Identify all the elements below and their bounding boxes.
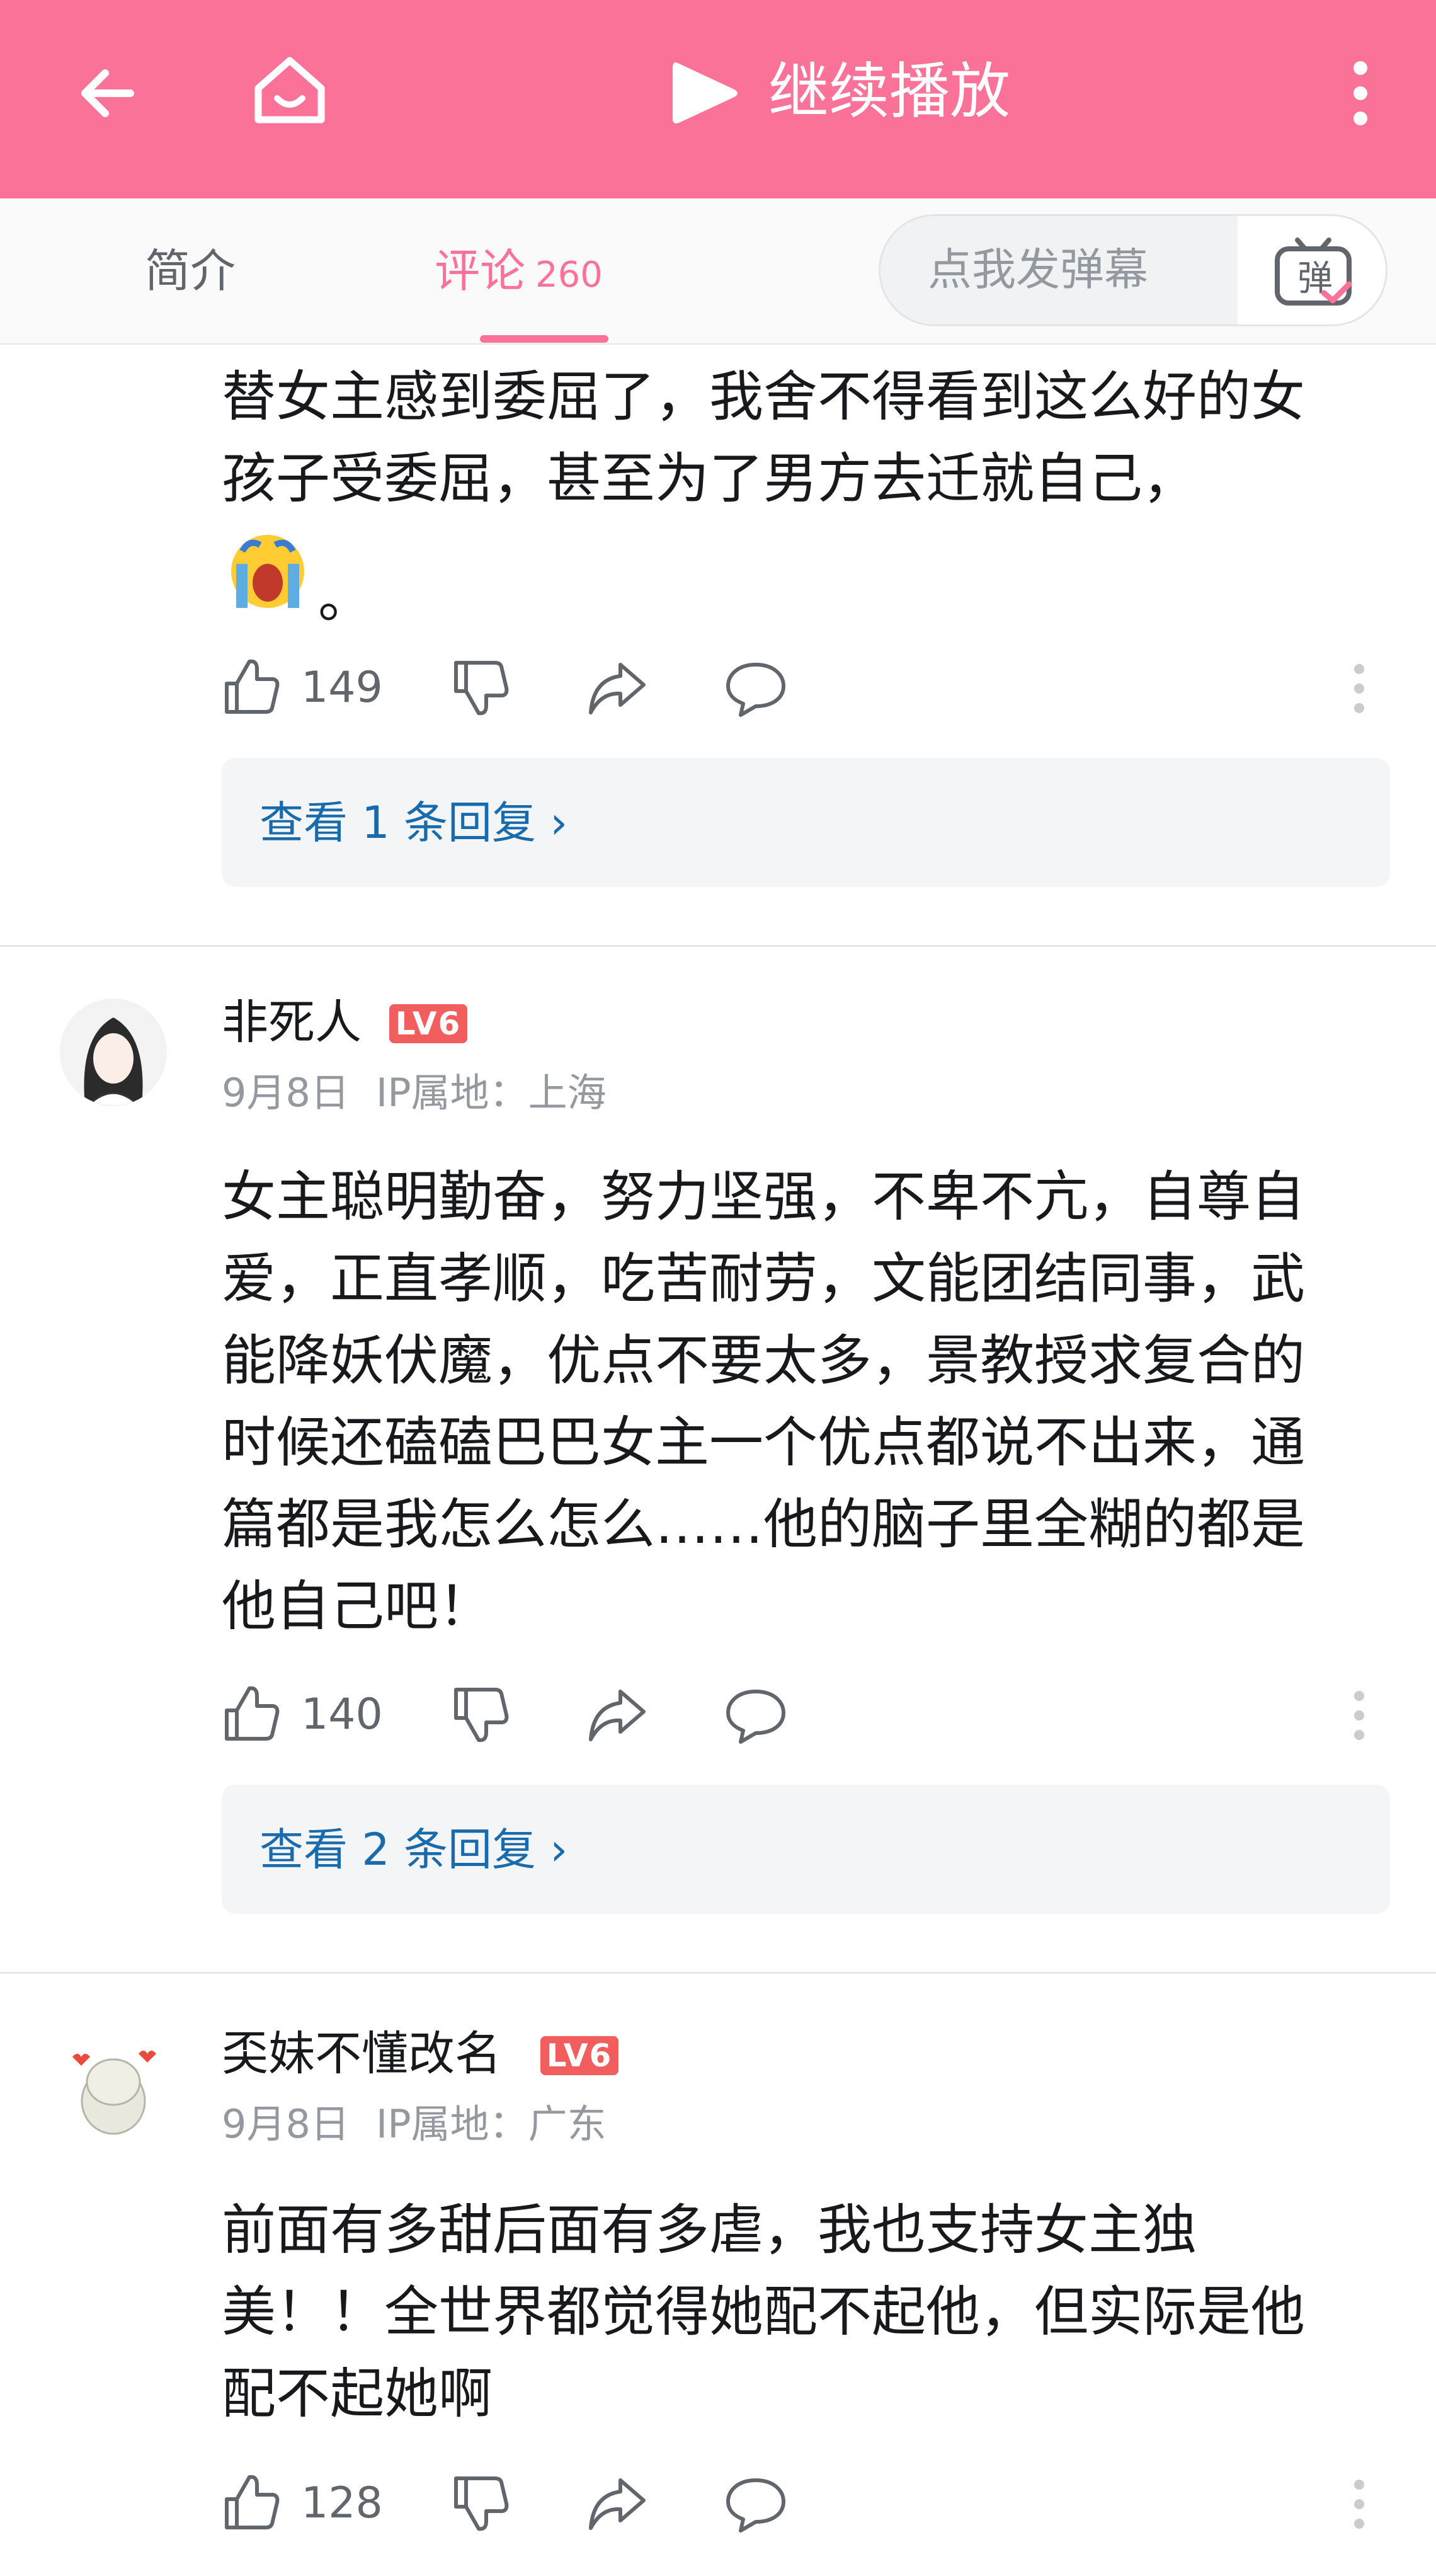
dislike-icon[interactable] <box>448 2472 511 2535</box>
like-count: 149 <box>301 663 383 713</box>
top-bar: 继续播放 <box>0 0 1436 198</box>
ip-location: IP属地：广东 <box>376 2101 607 2147</box>
play-icon[interactable] <box>666 55 742 131</box>
view-replies-button[interactable]: 查看 2 条回复 › <box>222 1785 1390 1914</box>
comment-count: 260 <box>535 255 603 295</box>
continue-play-label[interactable]: 继续播放 <box>768 57 1010 126</box>
share-icon[interactable] <box>586 2474 649 2534</box>
tab-comments[interactable]: 评论 260 <box>435 243 603 304</box>
comment-more-icon[interactable] <box>1351 2477 1367 2531</box>
level-badge: LV6 <box>389 1004 467 1043</box>
dislike-icon[interactable] <box>448 1683 511 1746</box>
reply-icon[interactable] <box>724 2474 787 2534</box>
dislike-icon[interactable] <box>448 656 511 719</box>
comment-more-icon[interactable] <box>1351 661 1367 716</box>
avatar[interactable] <box>60 999 167 1106</box>
active-tab-indicator <box>480 335 608 343</box>
share-icon[interactable] <box>586 1685 649 1745</box>
comment-date: 9月8日 <box>222 2101 350 2147</box>
avatar-image <box>60 2032 167 2139</box>
comment-text: 替女主感到委屈了，我舍不得看到这么好的女 孩子受委屈，甚至为了男方去迁就自己， <box>222 365 1305 510</box>
avatar-image <box>60 999 167 1106</box>
username[interactable]: 奀妹不懂改名 <box>222 2025 501 2082</box>
comment-text: 女主聪明勤奋，努力坚强，不卑不亢，自尊自 爱，正直孝顺，吃苦耐劳，文能团结同事，… <box>222 1165 1305 1638</box>
avatar[interactable] <box>60 2032 167 2139</box>
view-replies-label: 查看 1 条回复 › <box>259 797 568 849</box>
danmaku-input[interactable]: 点我发弹幕 弹 <box>879 214 1388 326</box>
share-icon[interactable] <box>586 658 649 718</box>
like-icon[interactable] <box>219 1682 282 1745</box>
danmaku-icon: 弹 <box>1275 238 1352 306</box>
danmaku-toggle-button[interactable]: 弹 <box>1238 216 1386 324</box>
ip-location: IP属地：上海 <box>376 1070 607 1116</box>
home-icon[interactable] <box>249 49 331 131</box>
username[interactable]: 非死人 <box>222 994 362 1051</box>
view-replies-button[interactable]: 查看 1 条回复 › <box>222 758 1390 887</box>
like-count: 140 <box>301 1690 383 1739</box>
like-icon[interactable] <box>219 655 282 718</box>
back-arrow-icon[interactable] <box>71 55 146 131</box>
reply-icon[interactable] <box>724 1685 787 1745</box>
view-replies-label: 查看 2 条回复 › <box>259 1824 568 1875</box>
comment-date: 9月8日 <box>222 1070 350 1116</box>
comment-more-icon[interactable] <box>1351 1688 1367 1743</box>
comment-divider <box>0 945 1436 947</box>
like-count: 128 <box>301 2478 383 2528</box>
tab-intro[interactable]: 简介 <box>145 243 236 299</box>
like-icon[interactable] <box>219 2471 282 2534</box>
comment-emoji-tail: 。 <box>318 567 372 630</box>
danmaku-placeholder: 点我发弹幕 <box>928 244 1148 295</box>
comment-divider <box>0 1972 1436 1974</box>
more-vertical-icon[interactable] <box>1342 55 1379 131</box>
reply-icon[interactable] <box>724 658 787 718</box>
comment-text: 前面有多甜后面有多虐，我也支持女主独 美！！全世界都觉得她配不起他，但实际是他 … <box>222 2199 1305 2425</box>
crying-emoji-icon <box>231 535 304 608</box>
level-badge: LV6 <box>540 2036 618 2075</box>
